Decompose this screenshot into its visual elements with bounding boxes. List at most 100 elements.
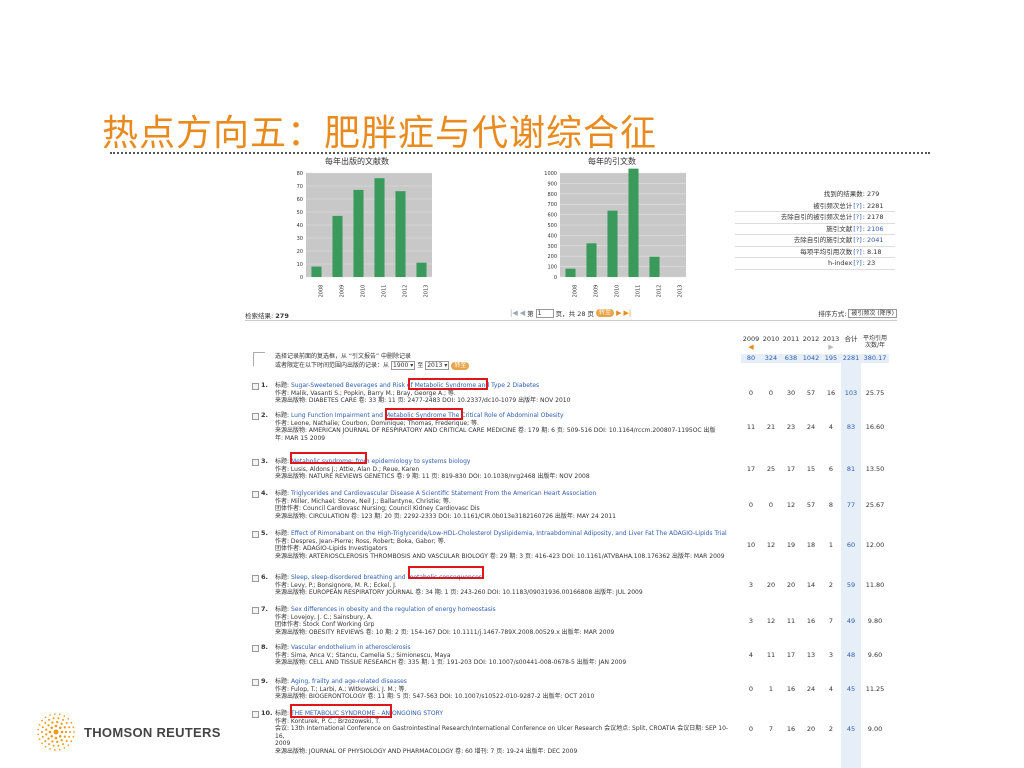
help-link[interactable]: [?] — [853, 235, 862, 246]
y-tick-label: 100 — [547, 265, 557, 271]
prev-years-icon[interactable]: ◀ — [741, 343, 761, 351]
citation-report-table: 选择记录前面的复选框，从 “引文报告” 中删除记录 或者限定在以下时间范围内出版… — [245, 334, 897, 768]
record-total-link[interactable]: 77 — [841, 501, 861, 510]
record-checkbox[interactable] — [252, 679, 259, 686]
highlight-box — [385, 408, 463, 420]
record-total-link[interactable]: 48 — [841, 652, 861, 660]
year-count: 11 — [766, 651, 776, 660]
record-title-label: 标题: — [275, 412, 291, 419]
record-checkbox[interactable] — [252, 383, 259, 390]
record-body: 标题: Sleep, sleep-disordered breathing an… — [275, 574, 737, 597]
prev-page-icon[interactable]: ◀ — [520, 309, 525, 317]
record-citation-counts: 3 20 20 14 2 59 11.80 — [741, 582, 889, 590]
logo-dot — [44, 745, 47, 748]
year-count: 12 — [766, 617, 776, 625]
stats-row: h-index [?]:23 — [735, 258, 895, 270]
year-label: 2009 ◀ — [741, 335, 761, 351]
y-tick-label: 20 — [297, 249, 303, 255]
last-page-icon[interactable]: ▶| — [623, 309, 631, 317]
record-checkbox[interactable] — [252, 607, 259, 614]
record-checkbox[interactable] — [252, 459, 259, 466]
record-title-link[interactable]: Effect of Rimonabant on the High-Triglyc… — [291, 530, 727, 537]
logo-dot — [57, 717, 60, 720]
record-total-link[interactable]: 103 — [841, 390, 861, 398]
record-number: 2. — [261, 411, 268, 419]
record-total-link[interactable]: 45 — [841, 686, 861, 694]
record-total-link[interactable]: 83 — [841, 423, 861, 432]
help-link[interactable]: [?] — [853, 201, 862, 212]
record-checkbox[interactable] — [252, 491, 259, 498]
year-count: 0 — [748, 724, 754, 733]
record-total-link[interactable]: 81 — [841, 466, 861, 474]
record-detail-line: 来源出版物: AMERICAN JOURNAL OF RESPIRATORY A… — [275, 427, 716, 434]
logo-dot — [41, 731, 43, 733]
record-title-link[interactable]: Vascular endothelium in atherosclerosis — [291, 644, 411, 651]
help-link[interactable]: [?] — [853, 224, 862, 235]
y-tick-label: 30 — [297, 236, 303, 242]
record-total-link[interactable]: 49 — [841, 617, 861, 626]
year-range-go-button[interactable]: 转至 — [451, 361, 470, 370]
record-checkbox[interactable] — [252, 645, 259, 652]
record-checkbox[interactable] — [252, 711, 259, 718]
page-input[interactable]: 1 — [535, 308, 554, 318]
year-count: 11.80 — [865, 581, 885, 590]
stats-value: 279 — [867, 190, 880, 198]
next-years-icon[interactable]: ▶ — [821, 343, 841, 351]
logo-dot — [70, 740, 73, 743]
total-column-bg — [841, 354, 861, 768]
sort-select[interactable]: 被引频次 (降序) — [848, 308, 897, 318]
record-checkbox[interactable] — [252, 531, 259, 538]
x-tick-label: 2013 — [424, 285, 430, 298]
logo-dot — [50, 726, 54, 730]
year-count: 2 — [828, 724, 834, 733]
year-count: 13.50 — [865, 465, 885, 474]
record-title-link[interactable]: Triglycerides and Cardiovascular Disease… — [291, 490, 596, 497]
highlight-box — [408, 378, 488, 390]
help-link[interactable]: [?] — [853, 212, 862, 223]
record-total-link[interactable]: 60 — [841, 541, 861, 550]
logo-dot — [69, 731, 71, 733]
record-title-link[interactable]: Aging, frailty and age-related diseases — [291, 678, 407, 685]
first-page-icon[interactable]: |◀ — [510, 309, 518, 317]
next-page-icon[interactable]: ▶ — [616, 309, 621, 317]
stats-value: 2178 — [867, 213, 884, 221]
logo-dot — [54, 724, 58, 728]
record-checkbox[interactable] — [252, 413, 259, 420]
year-total: 195 — [821, 354, 841, 363]
record-total-link[interactable]: 45 — [841, 725, 861, 734]
go-button[interactable]: 转至 — [596, 309, 615, 317]
help-link[interactable]: [?] — [853, 258, 862, 269]
help-link[interactable]: [?] — [853, 247, 862, 258]
year-count: 0 — [768, 389, 774, 398]
record-detail-line: 作者: Despres, Jean-Pierre; Ross, Robert; … — [275, 537, 446, 545]
year-label: 2012 — [802, 335, 820, 343]
year-column: 合计 2281 — [841, 334, 861, 363]
bar — [395, 191, 406, 277]
logo-dot — [67, 744, 70, 747]
logo-dot — [41, 726, 44, 729]
record-detail-line: 作者: Sima, Anca V.; Stancu, Camelia S.; S… — [275, 651, 451, 659]
logo-dot — [41, 735, 44, 738]
logo-dot — [72, 736, 75, 738]
year-column: 2011 638 — [781, 334, 801, 363]
stats-value[interactable]: 2106 — [865, 224, 895, 235]
record-detail-line: 团体作者: ADAGIO-Lipids Investigators — [275, 545, 388, 552]
logo-dot — [73, 731, 75, 733]
year-count: 17 — [786, 651, 796, 660]
logo-dot — [65, 739, 68, 742]
stats-row: 被引频次总计 [?]:2281 — [735, 201, 895, 212]
sort-label: 排序方式: — [818, 310, 847, 318]
y-tick-label: 200 — [547, 254, 557, 260]
stats-value[interactable]: 2041 — [865, 235, 895, 246]
record-checkbox[interactable] — [252, 575, 259, 582]
year-count: 3 — [748, 617, 754, 625]
to-year-select[interactable]: 2013 ▾ — [425, 361, 450, 370]
bar — [374, 178, 385, 277]
x-tick-label: 2012 — [657, 285, 663, 298]
stats-row: 找到的结果数:279 — [735, 189, 895, 201]
stats-label: 施引文献 — [826, 224, 853, 233]
year-count: 24 — [806, 423, 816, 431]
from-year-select[interactable]: 1900 ▾ — [391, 361, 416, 370]
record-title-link[interactable]: Sex differences in obesity and the regul… — [291, 606, 496, 613]
record-total-link[interactable]: 59 — [841, 582, 861, 590]
